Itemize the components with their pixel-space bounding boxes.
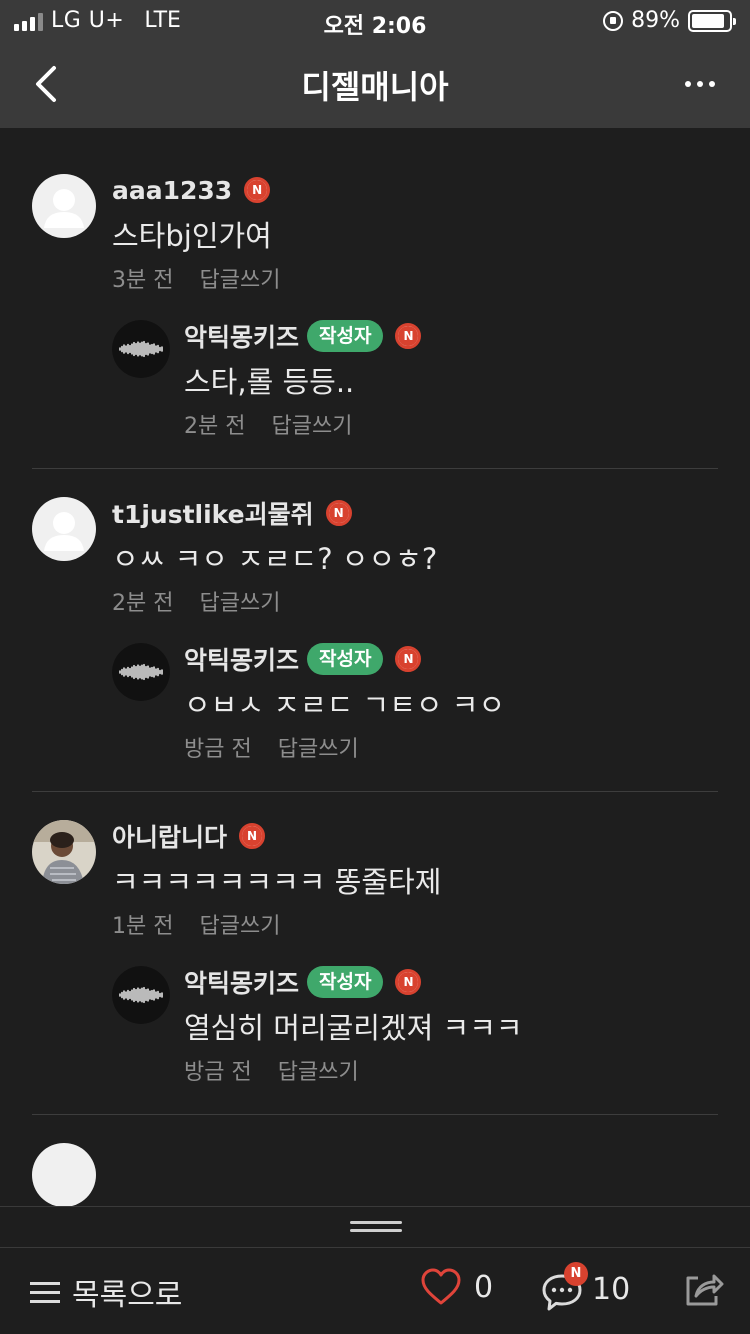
avatar[interactable] (32, 1143, 96, 1206)
default-user-icon (44, 512, 84, 551)
comment: aaa1233 N 스타bj인가여 3분 전 답글쓰기 (32, 174, 718, 294)
author-badge: 작성자 (307, 966, 384, 998)
battery-fill (692, 13, 725, 28)
like-button[interactable]: 0 (420, 1268, 493, 1306)
comment-nickname[interactable]: 악틱몽키즈 (184, 318, 299, 354)
share-icon (686, 1274, 724, 1306)
back-to-list-button[interactable]: 목록으로 (30, 1270, 182, 1314)
status-bar: LG U+ LTE 오전 2:06 89% (0, 0, 750, 40)
new-comment-badge: N (564, 1262, 588, 1286)
reply-button[interactable]: 답글쓰기 (271, 408, 352, 440)
comment-text: ㅋㅋㅋㅋㅋㅋㅋㅋ 똥줄타제 (112, 865, 442, 899)
comment-thread: aaa1233 N 스타bj인가여 3분 전 답글쓰기 악틱몽키즈 작성자 N … (32, 128, 718, 469)
bottom-toolbar: 목록으로 0 N 10 (0, 1248, 750, 1334)
comment: 아니랍니다 N ㅋㅋㅋㅋㅋㅋㅋㅋ 똥줄타제 1분 전 답글쓰기 (32, 820, 718, 940)
comment: t1justlike괴물쥐 N ㅇㅆ ㅋㅇ ㅈㄹㄷ? ㅇㅇㅎ? 2분 전 답글쓰… (32, 497, 718, 617)
comment-nickname[interactable]: 아니랍니다 (112, 818, 227, 854)
comment-nickname[interactable]: 악틱몽키즈 (184, 641, 299, 677)
new-badge-icon: N (395, 969, 422, 995)
soundwave-avatar-icon (112, 320, 170, 378)
reply-comment: 악틱몽키즈 작성자 N ㅇㅂㅅ ㅈㄹㄷ ㄱㅌㅇ ㅋㅇ 방금 전 답글쓰기 (112, 643, 718, 791)
avatar[interactable] (32, 174, 96, 238)
drawer-handle-bar[interactable] (0, 1206, 750, 1248)
profile-photo-icon (32, 820, 96, 884)
page-title: 디젤매니아 (301, 68, 449, 106)
comment-thread: 아니랍니다 N ㅋㅋㅋㅋㅋㅋㅋㅋ 똥줄타제 1분 전 답글쓰기 악틱몽키즈 작성… (32, 792, 718, 1115)
comment-list: aaa1233 N 스타bj인가여 3분 전 답글쓰기 악틱몽키즈 작성자 N … (0, 128, 750, 1206)
share-button[interactable] (684, 1270, 724, 1312)
like-count: 0 (474, 1269, 494, 1305)
avatar[interactable] (112, 966, 170, 1024)
new-badge-icon: N (395, 646, 422, 672)
reply-comment: 악틱몽키즈 작성자 N 스타,롤 등등.. 2분 전 답글쓰기 (112, 320, 718, 468)
new-badge-icon: N (244, 177, 271, 203)
app-header: 디젤매니아 (0, 40, 750, 128)
status-right: 89% (603, 8, 736, 33)
avatar[interactable] (112, 320, 170, 378)
comment-time: 3분 전 (112, 268, 174, 293)
author-badge: 작성자 (307, 643, 384, 675)
comment-count-button[interactable]: N 10 (540, 1262, 631, 1314)
comment-time: 1분 전 (112, 914, 174, 939)
list-icon (30, 1276, 60, 1309)
comment-partial (32, 1143, 718, 1206)
reply-button[interactable]: 답글쓰기 (278, 1054, 359, 1086)
avatar[interactable] (112, 643, 170, 701)
battery-icon (688, 9, 736, 32)
comment-text: ㅇㅆ ㅋㅇ ㅈㄹㄷ? ㅇㅇㅎ? (112, 542, 438, 576)
comment-time: 2분 전 (112, 591, 174, 616)
avatar[interactable] (32, 820, 96, 884)
comment-nickname[interactable]: aaa1233 (112, 176, 232, 205)
soundwave-avatar-icon (112, 643, 170, 701)
avatar[interactable] (32, 497, 96, 561)
comment-nickname[interactable]: 악틱몽키즈 (184, 964, 299, 1000)
reply-button[interactable]: 답글쓰기 (199, 908, 280, 940)
heart-icon (421, 1268, 461, 1305)
soundwave-avatar-icon (112, 966, 170, 1024)
battery-percent: 89% (631, 8, 680, 33)
reply-button[interactable]: 답글쓰기 (199, 262, 280, 294)
comment-time: 2분 전 (184, 414, 246, 439)
default-user-icon (44, 189, 84, 228)
comment-time: 방금 전 (184, 737, 252, 762)
more-options-button[interactable] (676, 62, 724, 106)
author-badge: 작성자 (307, 320, 384, 352)
list-label: 목록으로 (72, 1278, 183, 1313)
reply-comment: 악틱몽키즈 작성자 N 열심히 머리굴리겠져 ㅋㅋㅋ 방금 전 답글쓰기 (112, 966, 718, 1114)
comment-thread: t1justlike괴물쥐 N ㅇㅆ ㅋㅇ ㅈㄹㄷ? ㅇㅇㅎ? 2분 전 답글쓰… (32, 469, 718, 792)
comment-nickname[interactable]: t1justlike괴물쥐 (112, 495, 314, 531)
comment-text: 스타,롤 등등.. (184, 365, 355, 399)
reply-button[interactable]: 답글쓰기 (199, 585, 280, 617)
rotation-lock-icon (603, 10, 624, 31)
new-badge-icon: N (325, 500, 352, 526)
reply-button[interactable]: 답글쓰기 (278, 731, 359, 763)
comment-time: 방금 전 (184, 1060, 252, 1085)
new-badge-icon: N (395, 323, 422, 349)
comment-text: ㅇㅂㅅ ㅈㄹㄷ ㄱㅌㅇ ㅋㅇ (184, 688, 506, 722)
new-badge-icon: N (239, 823, 266, 849)
comment-count: 10 (592, 1271, 631, 1307)
comment-text: 스타bj인가여 (112, 219, 272, 253)
comment-text: 열심히 머리굴리겠져 ㅋㅋㅋ (184, 1011, 523, 1045)
drag-handle-icon[interactable] (350, 1221, 402, 1233)
